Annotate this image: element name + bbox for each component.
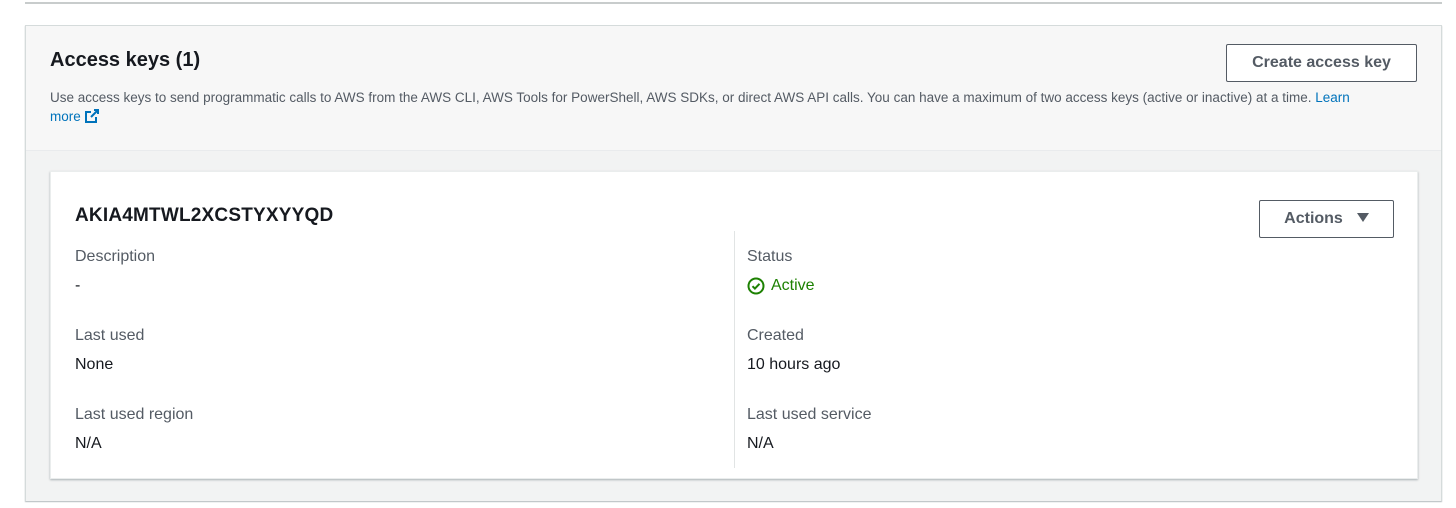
actions-dropdown-button[interactable]: Actions bbox=[1259, 200, 1394, 238]
last-used-service-label: Last used service bbox=[747, 406, 872, 423]
description-text: Use access keys to send programmatic cal… bbox=[50, 90, 1312, 105]
access-keys-list: AKIA4MTWL2XCSTYXYYQD Actions Description… bbox=[26, 151, 1441, 501]
description-label: Description bbox=[75, 248, 156, 265]
last-used-service-field: Last used service N/A bbox=[747, 405, 1347, 454]
external-link-icon bbox=[84, 109, 99, 123]
status-text: Active bbox=[771, 277, 815, 294]
access-keys-container: Access keys (1) Use access keys to send … bbox=[25, 25, 1442, 501]
access-keys-header: Access keys (1) Use access keys to send … bbox=[26, 26, 1441, 151]
previous-panel-edge bbox=[25, 0, 1442, 4]
last-used-region-label: Last used region bbox=[75, 406, 194, 423]
last-used-value: None bbox=[75, 356, 114, 373]
last-used-label: Last used bbox=[75, 327, 145, 344]
column-divider bbox=[734, 231, 735, 468]
status-check-icon bbox=[747, 277, 765, 295]
last-used-region-value: N/A bbox=[75, 435, 102, 452]
access-keys-title: Access keys (1) bbox=[50, 49, 201, 71]
created-field: Created 10 hours ago bbox=[747, 326, 1347, 375]
description-field: Description - bbox=[75, 247, 675, 296]
access-key-id: AKIA4MTWL2XCSTYXYYQD bbox=[75, 205, 334, 226]
created-label: Created bbox=[747, 327, 804, 344]
access-keys-description: Use access keys to send programmatic cal… bbox=[50, 88, 1370, 126]
last-used-region-field: Last used region N/A bbox=[75, 405, 675, 454]
last-used-service-value: N/A bbox=[747, 435, 774, 452]
description-value: - bbox=[75, 277, 81, 294]
last-used-field: Last used None bbox=[75, 326, 675, 375]
created-value: 10 hours ago bbox=[747, 356, 841, 373]
status-value: Active bbox=[747, 276, 1347, 296]
create-access-key-button[interactable]: Create access key bbox=[1226, 44, 1417, 82]
caret-down-icon bbox=[1356, 213, 1369, 222]
actions-label: Actions bbox=[1284, 210, 1343, 227]
access-key-card: AKIA4MTWL2XCSTYXYYQD Actions Description… bbox=[50, 171, 1418, 479]
status-field: Status Active bbox=[747, 247, 1347, 296]
status-label: Status bbox=[747, 248, 793, 265]
